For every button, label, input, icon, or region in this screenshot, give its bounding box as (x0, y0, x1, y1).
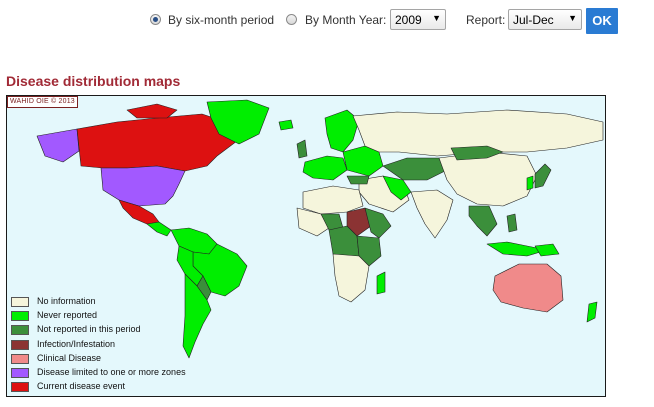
legend-swatch (11, 325, 29, 336)
philippines-region (506, 213, 518, 233)
legend-swatch (11, 367, 29, 378)
alaska-region (36, 128, 80, 163)
month-year-radio[interactable] (286, 14, 297, 25)
new-zealand-region (586, 301, 598, 323)
chevron-down-icon: ▼ (432, 13, 441, 23)
central-america-region (146, 221, 172, 237)
western-europe-region (302, 155, 348, 181)
ethiopia-region (364, 207, 392, 239)
legend-label: Current disease event (37, 381, 126, 392)
japan-region (534, 163, 552, 189)
six-month-period-radio[interactable] (150, 14, 161, 25)
month-year-label[interactable]: By Month Year: (305, 13, 386, 27)
southeast-asia-region (468, 205, 498, 237)
australia-region (492, 263, 564, 313)
legend-swatch (11, 297, 29, 307)
legend-label: Not reported in this period (37, 324, 141, 335)
chevron-down-icon: ▼ (568, 13, 577, 23)
year-select[interactable]: 2009 ▼ (390, 9, 446, 30)
legend-swatch (11, 382, 29, 393)
arctic-islands-region (126, 103, 178, 119)
section-title: Disease distribution maps (6, 73, 181, 89)
papua-region (534, 243, 560, 257)
report-period-select[interactable]: Jul-Dec ▼ (508, 9, 582, 30)
report-period-value: Jul-Dec (513, 13, 554, 27)
copyright-notice: WAHID OIE © 2013 (7, 96, 78, 108)
iceland-region (278, 119, 294, 131)
report-controls: By six-month period By Month Year: 2009 … (146, 8, 626, 34)
kazakhstan-region (382, 157, 448, 181)
usa-region (100, 165, 186, 207)
north-africa-region (302, 185, 364, 215)
legend-label: No information (37, 296, 96, 306)
six-month-period-label[interactable]: By six-month period (168, 13, 274, 27)
report-label: Report: (466, 13, 506, 27)
legend-swatch (11, 339, 29, 350)
legend-swatch (11, 311, 29, 322)
legend-label: Clinical Disease (37, 352, 102, 363)
turkey-region (346, 175, 370, 185)
north-south-america-region (170, 227, 218, 255)
year-select-value: 2009 (395, 13, 422, 27)
legend-label: Infection/Infestation (37, 338, 116, 349)
legend-label: Disease limited to one or more zones (37, 366, 186, 377)
korea-region (526, 175, 534, 191)
legend-label: Never reported (37, 310, 98, 321)
legend-swatch (11, 353, 29, 364)
disease-distribution-map[interactable]: WAHID OIE © 2013 No information Never re… (6, 95, 606, 397)
madagascar-region (376, 271, 386, 295)
india-region (410, 189, 454, 239)
uk-region (296, 139, 308, 159)
ok-button[interactable]: OK (586, 8, 618, 34)
china-region (438, 151, 538, 207)
southern-africa-region (332, 253, 370, 303)
